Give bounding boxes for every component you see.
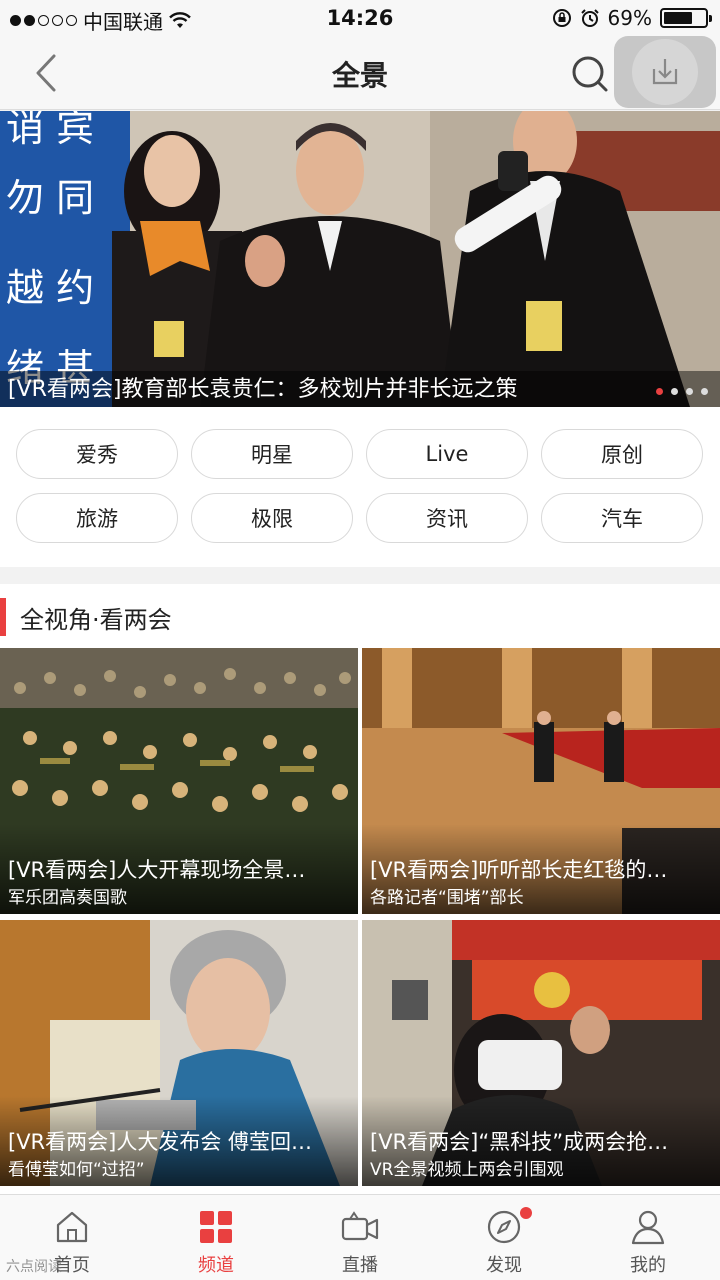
card-subtitle: 看傅莹如何“过招” (8, 1160, 145, 1180)
compass-icon (487, 1210, 521, 1244)
category-qiche[interactable]: 汽车 (541, 493, 703, 543)
status-bar: 中国联通 14:26 69% (0, 0, 720, 36)
pager-dot (656, 388, 663, 395)
video-card[interactable]: [VR看两会]听听部长走红毯的… 各路记者“围堵”部长 (362, 648, 720, 914)
video-card[interactable]: [VR看两会]人大发布会 傅莹回… 看傅莹如何“过招” (0, 920, 358, 1186)
pager-dot (701, 388, 708, 395)
section-title: 全视角·看两会 (20, 606, 172, 634)
tab-bar: 首页 频道 直播 发现 我的 (0, 1194, 720, 1280)
card-title: [VR看两会]人大开幕现场全景… (8, 858, 306, 882)
tab-profile[interactable]: 我的 (576, 1195, 720, 1280)
svg-text:越 约: 越 约 (6, 266, 94, 310)
battery-percent: 69% (607, 6, 652, 30)
video-card[interactable]: [VR看两会]人大开幕现场全景… 军乐团高奏国歌 (0, 648, 358, 914)
status-right: 69% (552, 6, 712, 30)
tab-discover[interactable]: 发现 (432, 1195, 576, 1280)
category-zixun[interactable]: 资讯 (366, 493, 528, 543)
banner-carousel[interactable]: 诮 宾 勿 同 越 约 绪 甚 [VR看两会]教育部长袁贵仁：多校划片并非长远之… (0, 111, 720, 407)
video-camera-icon (341, 1211, 379, 1241)
user-icon (631, 1210, 665, 1245)
section-accent-bar (0, 598, 6, 636)
rotation-lock-icon (552, 9, 571, 27)
search-button[interactable] (570, 54, 610, 94)
category-aixiu[interactable]: 爱秀 (16, 429, 178, 479)
section-header: 全视角·看两会 (0, 584, 720, 648)
battery-fill (664, 12, 692, 24)
tab-label: 发现 (486, 1255, 522, 1276)
banner-image: 诮 宾 勿 同 越 约 绪 甚 (0, 111, 720, 407)
download-button[interactable] (614, 36, 716, 108)
card-subtitle: 军乐团高奏国歌 (8, 888, 127, 908)
category-lvyou[interactable]: 旅游 (16, 493, 178, 543)
tab-channels[interactable]: 频道 (144, 1195, 288, 1280)
pager-dot (686, 388, 693, 395)
alarm-icon (580, 9, 599, 27)
banner-caption: [VR看两会]教育部长袁贵仁：多校划片并非长远之策 (8, 377, 518, 402)
search-icon (572, 56, 608, 92)
svg-text:勿 同: 勿 同 (6, 176, 94, 220)
category-jixian[interactable]: 极限 (191, 493, 353, 543)
download-icon (652, 59, 678, 85)
tab-label: 频道 (198, 1255, 234, 1276)
watermark: 六点阅读 (6, 1259, 62, 1275)
download-button-circle (632, 39, 698, 105)
card-title: [VR看两会]人大发布会 傅莹回… (8, 1130, 313, 1154)
category-live[interactable]: Live (366, 429, 528, 479)
card-title: [VR看两会]听听部长走红毯的… (370, 858, 668, 882)
notification-badge (520, 1207, 532, 1219)
nav-bar: 全景 (0, 36, 720, 110)
category-yuanchuang[interactable]: 原创 (541, 429, 703, 479)
svg-text:诮 宾: 诮 宾 (6, 111, 94, 150)
tab-live[interactable]: 直播 (288, 1195, 432, 1280)
category-mingxing[interactable]: 明星 (191, 429, 353, 479)
carousel-pager (656, 388, 708, 395)
tab-label: 直播 (342, 1255, 378, 1276)
card-title: [VR看两会]“黑科技”成两会抢… (370, 1130, 669, 1154)
battery-icon (660, 8, 712, 28)
card-subtitle: 各路记者“围堵”部长 (370, 888, 524, 908)
tab-label: 我的 (630, 1255, 666, 1276)
category-grid: 爱秀 明星 Live 原创 旅游 极限 资讯 汽车 (0, 407, 720, 567)
grid-icon (200, 1211, 232, 1243)
card-subtitle: VR全景视频上两会引围观 (370, 1160, 564, 1180)
page-title: 全景 (331, 59, 388, 92)
video-card[interactable]: [VR看两会]“黑科技”成两会抢… VR全景视频上两会引围观 (362, 920, 720, 1186)
home-icon (56, 1211, 88, 1243)
pager-dot (671, 388, 678, 395)
